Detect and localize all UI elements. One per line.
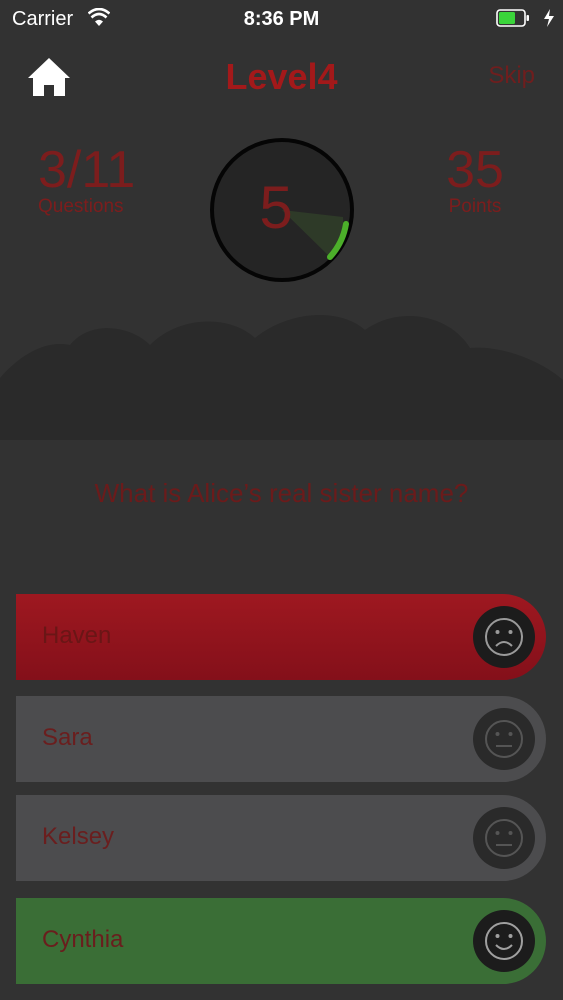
level-title: Level4 (225, 56, 338, 97)
countdown-timer: 5 (209, 137, 355, 283)
points-counter: 35 Points (430, 142, 520, 218)
answer-label: Sara (42, 724, 93, 751)
answer-label: Haven (42, 622, 112, 649)
answer-option-sara[interactable]: Sara (16, 696, 546, 782)
answer-option-haven[interactable]: Haven (16, 594, 546, 680)
neutral-face-icon (473, 708, 535, 770)
points-value: 35 (446, 141, 504, 199)
points-label: Points (448, 196, 502, 217)
timer-value: 5 (259, 174, 293, 241)
battery-icon (496, 9, 529, 27)
charging-icon (544, 9, 554, 27)
answer-option-kelsey[interactable]: Kelsey (16, 795, 546, 881)
status-time: 8:36 PM (243, 8, 320, 30)
questions-value: 3/11 (38, 141, 136, 199)
smile-face-icon (473, 910, 535, 972)
answer-label: Kelsey (42, 823, 115, 850)
answer-label: Cynthia (42, 926, 124, 953)
status-bar: Carrier 8:36 PM (0, 0, 563, 40)
questions-counter: 3/11 Questions (38, 142, 148, 218)
question-text: What is Alice’s real sister name? (94, 478, 469, 508)
neutral-face-icon (473, 807, 535, 869)
skip-button[interactable]: Skip (488, 62, 535, 90)
questions-label: Questions (38, 196, 124, 217)
cloud-decoration (0, 315, 563, 440)
answer-option-cynthia[interactable]: Cynthia (16, 898, 546, 984)
sad-face-icon (473, 606, 535, 668)
